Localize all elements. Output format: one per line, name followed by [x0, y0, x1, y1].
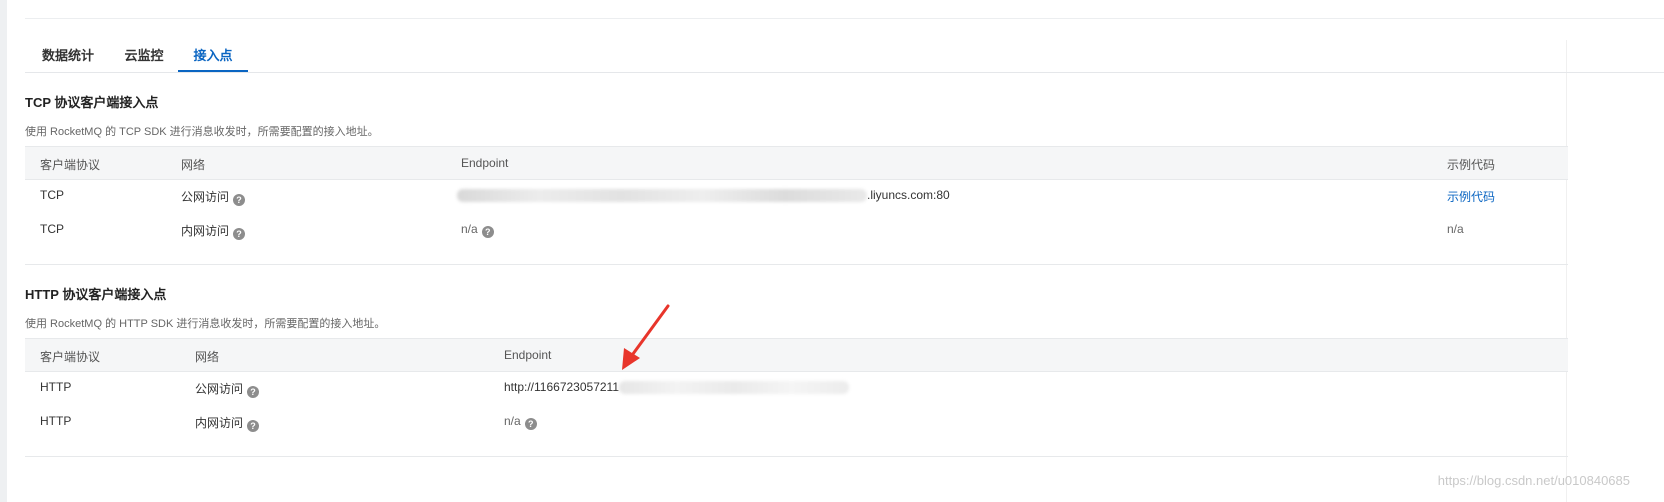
help-icon[interactable]: ? — [524, 418, 537, 430]
help-icon[interactable]: ? — [233, 228, 246, 240]
network-label: 内网访问 — [181, 224, 230, 238]
tcp-section-title: TCP 协议客户端接入点 — [25, 95, 159, 110]
endpoint-value: n/a — [461, 222, 478, 236]
tcp-row2-network: 内网访问? — [181, 222, 246, 240]
annotation-arrow-icon — [622, 304, 670, 370]
tab-endpoints[interactable]: 接入点 — [178, 40, 248, 72]
arrow-head — [622, 348, 640, 370]
http-row1-network: 公网访问? — [195, 380, 260, 398]
http-row1-protocol: HTTP — [40, 380, 72, 394]
http-section-title: HTTP 协议客户端接入点 — [25, 287, 167, 302]
sample-code-link[interactable]: 示例代码 — [1447, 188, 1495, 205]
tcp-row1-network: 公网访问? — [181, 188, 246, 206]
redacted-endpoint — [457, 189, 867, 203]
tab-cloud-monitor[interactable]: 云监控 — [121, 40, 167, 71]
http-section-description: 使用 RocketMQ 的 HTTP SDK 进行消息收发时，所需要配置的接入地… — [25, 318, 386, 330]
endpoint-value: n/a — [504, 414, 521, 428]
watermark: https://blog.csdn.net/u010840685 — [1437, 473, 1630, 488]
network-label: 公网访问 — [195, 382, 244, 396]
tcp-row1-endpoint[interactable]: .liyuncs.com:80 — [457, 188, 950, 203]
help-icon[interactable]: ? — [481, 226, 494, 238]
header-sample-code: 示例代码 — [1447, 158, 1496, 172]
http-row1-endpoint[interactable]: http://1166723057211 — [504, 380, 849, 395]
tcp-endpoint-table: 客户端协议 网络 Endpoint 示例代码 TCP 公网访问? .liyunc… — [25, 146, 1568, 264]
http-endpoint-table: 客户端协议 网络 Endpoint HTTP 公网访问? http://1166… — [25, 338, 1568, 456]
section-divider — [25, 264, 1568, 265]
tab-bar: 数据统计 云监控 接入点 — [25, 40, 1664, 73]
table-header: 客户端协议 网络 Endpoint 示例代码 — [25, 146, 1568, 180]
network-label: 公网访问 — [181, 190, 230, 204]
header-protocol: 客户端协议 — [40, 158, 101, 172]
network-label: 内网访问 — [195, 416, 244, 430]
tcp-section-description: 使用 RocketMQ 的 TCP SDK 进行消息收发时，所需要配置的接入地址… — [25, 126, 379, 138]
arrow-shaft — [628, 304, 670, 360]
tcp-row1-protocol: TCP — [40, 188, 64, 202]
endpoint-prefix: http://1166723057211 — [504, 380, 619, 394]
tab-statistics[interactable]: 数据统计 — [39, 40, 97, 71]
endpoint-suffix: .liyuncs.com:80 — [867, 188, 950, 202]
header-protocol: 客户端协议 — [40, 350, 101, 364]
top-divider — [25, 18, 1664, 19]
tcp-row2-endpoint: n/a? — [461, 222, 494, 238]
header-endpoint: Endpoint — [461, 156, 509, 170]
header-network: 网络 — [195, 350, 220, 364]
header-endpoint: Endpoint — [504, 348, 552, 362]
section-divider — [25, 456, 1568, 457]
http-row2-protocol: HTTP — [40, 414, 72, 428]
tcp-row2-protocol: TCP — [40, 222, 64, 236]
help-icon[interactable]: ? — [247, 386, 260, 398]
table-header: 客户端协议 网络 Endpoint — [25, 338, 1568, 372]
help-icon[interactable]: ? — [247, 420, 260, 432]
page-left-border — [0, 0, 7, 502]
header-network: 网络 — [181, 158, 206, 172]
http-row2-endpoint: n/a? — [504, 414, 537, 430]
redacted-endpoint — [619, 381, 849, 395]
http-row2-network: 内网访问? — [195, 414, 260, 432]
help-icon[interactable]: ? — [233, 194, 246, 206]
tcp-row2-sample: n/a — [1447, 222, 1464, 236]
